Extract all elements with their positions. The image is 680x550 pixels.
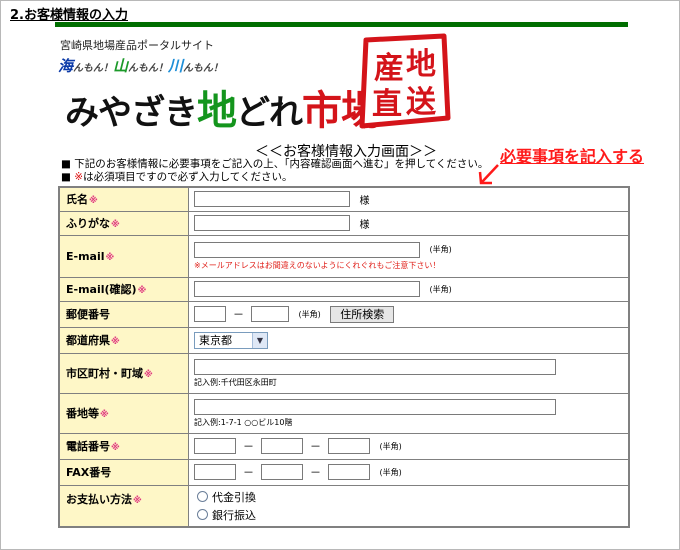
dash: － — [310, 440, 321, 453]
phone-area-input[interactable] — [194, 438, 236, 454]
dash: － — [243, 440, 254, 453]
svg-text:直: 直 — [372, 87, 402, 122]
field-label: 番地等※ — [58, 392, 189, 434]
form-row-address: 番地等※ 記入例:1-7-1 ○○ビル10階 — [58, 392, 630, 434]
field-label: 氏名※ — [58, 186, 189, 212]
phone-number-input[interactable] — [328, 438, 370, 454]
tagline-part: んもん！ — [128, 63, 169, 74]
tagline-part: 川 — [168, 57, 184, 75]
form-notes: ■ 下記のお客様情報に必要事項をご記入の上、「内容確認画面へ進む」を押してくださ… — [61, 158, 488, 184]
note-text: は必須項目ですので必ず入力してください。 — [83, 171, 293, 183]
field-label: FAX番号 — [58, 458, 189, 486]
form-row-kana: ふりがな※ 様 — [58, 210, 630, 236]
name-input[interactable] — [194, 191, 350, 208]
form-row-fax: FAX番号 － － (半角) — [58, 458, 630, 486]
kana-input[interactable] — [194, 215, 350, 231]
svg-text:地: 地 — [406, 47, 436, 82]
honorific-suffix: 様 — [359, 195, 370, 207]
address-search-button[interactable]: 住所検索 — [330, 305, 395, 323]
payment-option-cod[interactable]: 代金引換 — [197, 488, 628, 506]
email-input[interactable] — [194, 241, 420, 258]
halfwidth-note: (半角) — [379, 467, 402, 477]
chevron-down-icon[interactable]: ▼ — [252, 332, 267, 348]
form-row-payment: お支払い方法※ 代金引換 銀行振込 — [58, 484, 630, 528]
note-bullet: ■ — [61, 171, 75, 183]
fax-area-input[interactable] — [194, 464, 236, 480]
halfwidth-note: (半角) — [298, 309, 321, 319]
form-row-name: 氏名※ 様 — [58, 186, 630, 212]
radio-label: 代金引換 — [212, 490, 256, 504]
email-confirm-input[interactable] — [194, 281, 420, 297]
honorific-suffix: 様 — [359, 219, 370, 231]
portal-subtitle: 宮崎県地場産品ポータルサイト — [60, 39, 214, 52]
instruction-annotation: 必要事項を記入する — [500, 147, 645, 166]
form-row-postal: 郵便番号 － (半角) 住所検索 — [58, 300, 630, 328]
note-line: ■ 下記のお客様情報に必要事項をご記入の上、「内容確認画面へ進む」を押してくださ… — [61, 158, 489, 170]
form-row-city: 市区町村・町域※ 記入例:千代田区永田町 — [58, 352, 630, 394]
email-warning: ※メールアドレスはお間違えのないようにくれぐれもご注意下さい！ — [194, 260, 441, 270]
phone-exchange-input[interactable] — [261, 438, 303, 454]
prefecture-selected-value: 東京都 — [199, 334, 232, 347]
tagline-part: 山 — [113, 57, 129, 75]
field-label: 都道府県※ — [58, 326, 189, 354]
field-label: E-mail(確認)※ — [58, 276, 189, 302]
note-line: ■ ※は必須項目ですので必ず入力してください。 — [61, 171, 488, 184]
postal-code-first-input[interactable] — [194, 306, 226, 322]
fax-exchange-input[interactable] — [261, 464, 303, 480]
field-label: E-mail※ — [58, 234, 189, 278]
field-label: ふりがな※ — [58, 210, 189, 236]
address-example: 記入例:1-7-1 ○○ビル10階 — [194, 417, 293, 427]
radio-button[interactable] — [197, 509, 208, 521]
fax-number-input[interactable] — [328, 464, 370, 480]
street-address-input[interactable] — [194, 398, 556, 415]
tagline-part: 海 — [58, 57, 74, 75]
prefecture-select[interactable]: 東京都 ▼ — [194, 331, 268, 349]
required-mark: ※ — [74, 171, 84, 183]
radio-button[interactable] — [197, 491, 208, 503]
field-label: お支払い方法※ — [58, 484, 189, 528]
postal-code-second-input[interactable] — [251, 306, 289, 322]
section-title: 2.お客様情報の入力 — [10, 8, 128, 23]
svg-text:送: 送 — [406, 85, 436, 120]
site-tagline: 海んもん！山んもん！川んもん！ — [58, 55, 223, 76]
svg-text:産: 産 — [374, 51, 404, 86]
city-example: 記入例:千代田区永田町 — [194, 377, 277, 387]
sanchi-chokuso-seal-icon: 産 地 直 送 — [359, 33, 451, 129]
payment-option-bank-transfer[interactable]: 銀行振込 — [197, 506, 628, 524]
form-row-email-confirm: E-mail(確認)※ (半角) — [58, 276, 630, 302]
dash: － — [243, 466, 254, 479]
tagline-part: んもん！ — [183, 63, 224, 74]
logo-part: どれ — [236, 93, 303, 133]
form-row-prefecture: 都道府県※ 東京都 ▼ — [58, 326, 630, 354]
site-logo[interactable]: みやざき地どれ市場 — [65, 78, 381, 136]
dash: － — [233, 308, 244, 321]
section-divider — [55, 22, 628, 27]
customer-info-form: 氏名※ 様 ふりがな※ 様 E-mail※ (半角) ※メールアドレスはお間違え… — [58, 186, 630, 528]
logo-part: 地 — [197, 88, 237, 134]
city-input[interactable] — [194, 358, 556, 375]
tagline-part: んもん！ — [73, 63, 114, 74]
logo-part: みやざき — [65, 93, 198, 133]
halfwidth-note: (半角) — [429, 245, 452, 254]
field-label: 郵便番号 — [58, 300, 189, 328]
halfwidth-note: (半角) — [429, 284, 452, 294]
radio-label: 銀行振込 — [212, 508, 256, 522]
form-row-phone: 電話番号※ － － (半角) — [58, 432, 630, 460]
dash: － — [310, 466, 321, 479]
halfwidth-note: (半角) — [379, 441, 402, 451]
form-row-email: E-mail※ (半角) ※メールアドレスはお間違えのないようにくれぐれもご注意… — [58, 234, 630, 278]
field-label: 市区町村・町域※ — [58, 352, 189, 394]
field-label: 電話番号※ — [58, 432, 189, 460]
